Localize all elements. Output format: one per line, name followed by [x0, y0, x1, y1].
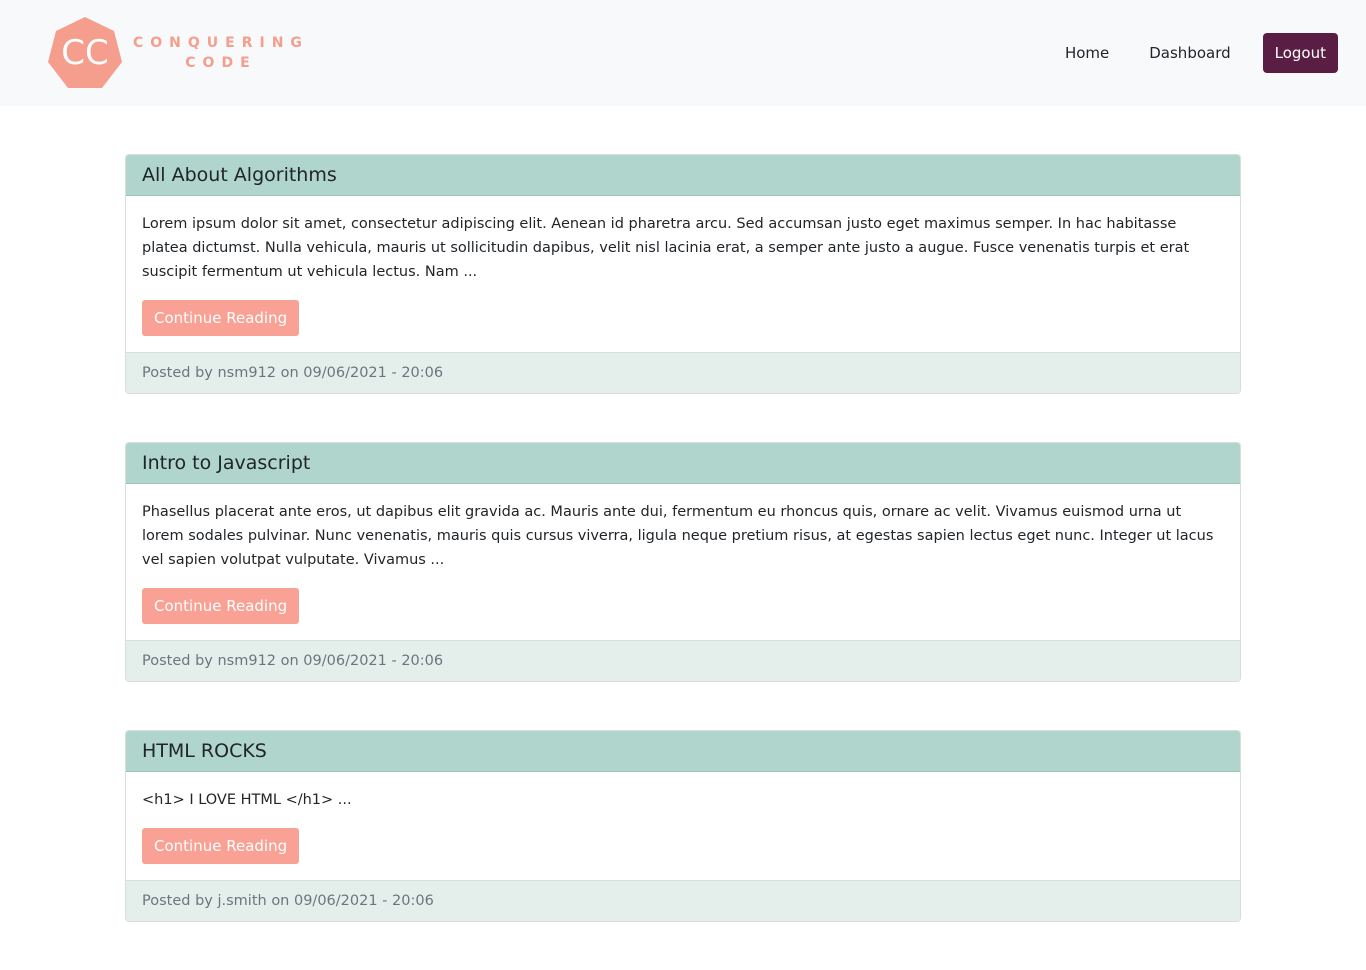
on-label: on	[280, 653, 299, 669]
top-navbar: CC CONQUERING CODE Home Dashboard Logout	[0, 0, 1366, 106]
nav-dashboard-link[interactable]: Dashboard	[1149, 33, 1230, 73]
nav-home-link[interactable]: Home	[1065, 33, 1109, 73]
post-author: j.smith	[217, 893, 267, 909]
post-title: All About Algorithms	[126, 155, 1240, 196]
logo-line-2: CODE	[185, 55, 257, 71]
post-body: Lorem ipsum dolor sit amet, consectetur …	[126, 196, 1240, 352]
post-author: nsm912	[217, 365, 277, 381]
continue-reading-button[interactable]: Continue Reading	[142, 828, 300, 864]
post-meta: Posted by nsm912 on 09/06/2021 - 20:06	[126, 352, 1240, 393]
posted-by-label: Posted by	[142, 893, 213, 909]
brand-logo[interactable]: CC CONQUERING CODE	[47, 16, 309, 90]
posted-by-label: Posted by	[142, 653, 213, 669]
nav-links: Home Dashboard Logout	[1065, 33, 1338, 73]
logo-wordmark: CONQUERING CODE	[133, 33, 309, 73]
post-meta: Posted by nsm912 on 09/06/2021 - 20:06	[126, 640, 1240, 681]
post-list: All About Algorithms Lorem ipsum dolor s…	[125, 154, 1241, 970]
post-date: 09/06/2021 - 20:06	[293, 893, 434, 909]
on-label: on	[271, 893, 290, 909]
post-date: 09/06/2021 - 20:06	[303, 653, 444, 669]
post-date: 09/06/2021 - 20:06	[303, 365, 444, 381]
post-excerpt: Lorem ipsum dolor sit amet, consectetur …	[142, 216, 1190, 280]
post-author: nsm912	[217, 653, 277, 669]
posted-by-label: Posted by	[142, 365, 213, 381]
post-excerpt: <h1> I LOVE HTML </h1> ...	[142, 792, 352, 808]
post-body: Phasellus placerat ante eros, ut dapibus…	[126, 484, 1240, 640]
continue-reading-button[interactable]: Continue Reading	[142, 300, 300, 336]
post-title: HTML ROCKS	[126, 731, 1240, 772]
post-card: All About Algorithms Lorem ipsum dolor s…	[125, 154, 1241, 394]
post-body: <h1> I LOVE HTML </h1> ... Continue Read…	[126, 772, 1240, 880]
logo-initials: CC	[61, 33, 109, 73]
post-excerpt: Phasellus placerat ante eros, ut dapibus…	[142, 504, 1214, 568]
post-meta: Posted by j.smith on 09/06/2021 - 20:06	[126, 880, 1240, 921]
logo-line-1: CONQUERING	[133, 35, 309, 51]
post-title: Intro to Javascript	[126, 443, 1240, 484]
continue-reading-button[interactable]: Continue Reading	[142, 588, 300, 624]
logo-badge: CC	[47, 16, 123, 90]
logout-button[interactable]: Logout	[1262, 33, 1338, 73]
on-label: on	[280, 365, 299, 381]
post-card: HTML ROCKS <h1> I LOVE HTML </h1> ... Co…	[125, 730, 1241, 922]
post-card: Intro to Javascript Phasellus placerat a…	[125, 442, 1241, 682]
